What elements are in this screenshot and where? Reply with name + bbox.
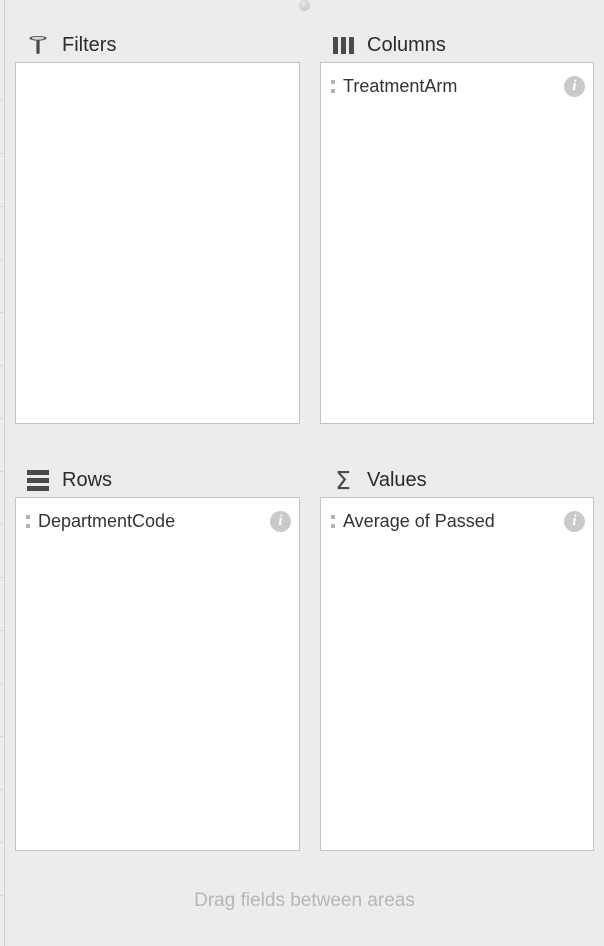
dropzone-columns[interactable]: TreatmentArm i	[320, 62, 594, 424]
drag-grip-icon[interactable]	[327, 510, 339, 532]
area-values-header: Σ Values	[320, 463, 594, 497]
area-columns-header: Columns	[320, 28, 594, 62]
panel-drag-handle-icon[interactable]	[299, 0, 310, 11]
info-icon[interactable]: i	[270, 510, 291, 532]
area-rows: Rows DepartmentCode i	[15, 463, 300, 851]
dropzone-values[interactable]: Average of Passed i	[320, 497, 594, 851]
field-chip-departmentcode[interactable]: DepartmentCode i	[16, 506, 299, 536]
area-filters-header: Filters	[15, 28, 300, 62]
sigma-icon: Σ	[330, 467, 356, 493]
area-filters: Filters	[15, 28, 300, 424]
field-chip-average-of-passed[interactable]: Average of Passed i	[321, 506, 593, 536]
area-columns-title: Columns	[367, 34, 446, 56]
drag-fields-hint: Drag fields between areas	[194, 890, 415, 911]
pivot-field-areas-panel: Filters Columns TreatmentArm i Rows Depa…	[5, 0, 604, 946]
field-chip-label: DepartmentCode	[38, 510, 176, 531]
area-rows-title: Rows	[62, 469, 113, 491]
field-chip-label: Average of Passed	[343, 510, 495, 531]
area-rows-header: Rows	[15, 463, 300, 497]
dropzone-rows[interactable]: DepartmentCode i	[15, 497, 300, 851]
area-values-title: Values	[367, 469, 427, 491]
columns-icon	[330, 32, 356, 58]
area-filters-title: Filters	[62, 34, 117, 56]
area-columns: Columns TreatmentArm i	[320, 28, 594, 424]
dropzone-filters[interactable]	[15, 62, 300, 424]
info-icon[interactable]: i	[564, 75, 585, 97]
info-icon[interactable]: i	[564, 510, 585, 532]
field-chip-label: TreatmentArm	[343, 75, 458, 96]
rows-icon	[25, 467, 51, 493]
drag-grip-icon[interactable]	[22, 510, 34, 532]
area-values: Σ Values Average of Passed i	[320, 463, 594, 851]
drag-grip-icon[interactable]	[327, 75, 339, 97]
sigma-glyph: Σ	[335, 465, 351, 495]
field-chip-treatmentarm[interactable]: TreatmentArm i	[321, 71, 593, 101]
funnel-icon	[25, 32, 51, 58]
